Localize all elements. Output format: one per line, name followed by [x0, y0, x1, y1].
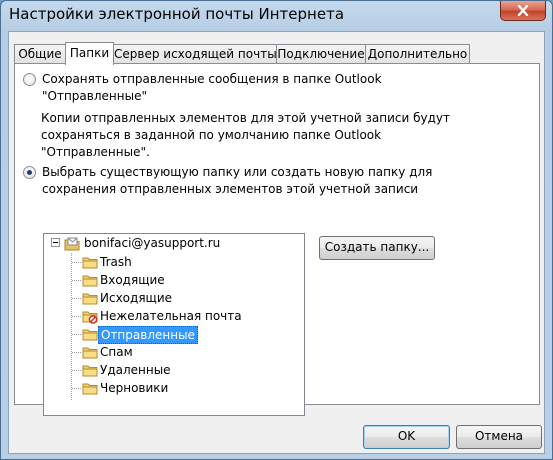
option-default-label: Сохранять отправленные сообщения в папке…: [42, 71, 382, 105]
desc-line1: Копии отправленных элементов для этой уч…: [41, 111, 450, 125]
option-default-line2: "Отправленные": [42, 89, 147, 103]
dialog-body: Общие Папки Сервер исходящей почты Подкл…: [8, 31, 545, 454]
tab-general[interactable]: Общие: [14, 44, 66, 64]
tab-folders[interactable]: Папки: [65, 42, 114, 65]
option-choose-label: Выбрать существующую папку или создать н…: [42, 164, 432, 198]
tree-folder-label: Исходящие: [100, 291, 173, 305]
tree-root-label: bonifaci@yasupport.ru: [84, 236, 221, 250]
folder-tree[interactable]: bonifaci@yasupport.ru Trash Входящие Исх…: [43, 233, 305, 416]
tree-folder-label: Спам: [100, 345, 133, 359]
desc-line2: сохраняться в заданной по умолчанию папк…: [41, 128, 382, 142]
title-bar[interactable]: Настройки электронной почты Интернета: [1, 1, 552, 31]
folder-icon: [82, 257, 98, 269]
tree-folder-label: Нежелательная почта: [100, 309, 242, 323]
new-folder-button[interactable]: Создать папку...: [319, 236, 435, 260]
ok-button[interactable]: OK: [363, 425, 450, 449]
radio-default-sent-folder[interactable]: [23, 73, 36, 86]
folder-icon: [82, 329, 98, 341]
close-icon: [517, 5, 529, 16]
folder-icon: [82, 365, 98, 377]
tab-strip: Общие Папки Сервер исходящей почты Подкл…: [14, 42, 514, 65]
cancel-button[interactable]: Отмена: [456, 425, 542, 449]
account-mailbox-icon: [64, 237, 80, 251]
tree-folder-label: Отправленные: [98, 326, 198, 344]
folder-icon: [82, 293, 98, 305]
option-default-description: Копии отправленных элементов для этой уч…: [41, 110, 450, 161]
tab-outgoing-server[interactable]: Сервер исходящей почты: [113, 44, 277, 64]
desc-line3: "Отправленные".: [41, 145, 150, 159]
option-choose-line2: сохранения отправленных элементов этой у…: [42, 182, 419, 196]
dialog-window: Настройки электронной почты Интернета Об…: [0, 0, 553, 460]
folder-icon: [82, 347, 98, 359]
folder-icon: [82, 383, 98, 395]
tree-folder-label: Черновики: [100, 381, 169, 395]
tree-folder-label: Удаленные: [100, 363, 171, 377]
option-default-line1: Сохранять отправленные сообщения в папке…: [42, 72, 382, 86]
tab-advanced[interactable]: Дополнительно: [365, 44, 470, 64]
close-button[interactable]: [500, 1, 546, 21]
folders-tab-panel: Сохранять отправленные сообщения в папке…: [14, 63, 540, 416]
tree-folder-label: Trash: [100, 255, 132, 269]
radio-choose-folder[interactable]: [23, 166, 36, 179]
folder-icon: [82, 275, 98, 287]
tree-folder-label: Входящие: [100, 273, 165, 287]
tab-connection[interactable]: Подключение: [276, 44, 366, 64]
option-choose-line1: Выбрать существующую папку или создать н…: [42, 165, 433, 179]
collapse-toggle[interactable]: [51, 238, 60, 247]
window-title: Настройки электронной почты Интернета: [9, 5, 345, 23]
junk-folder-icon: [82, 311, 98, 324]
